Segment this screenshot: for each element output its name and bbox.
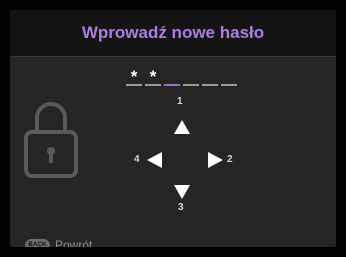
key-right-number: 2 xyxy=(227,154,233,165)
password-digit-underline xyxy=(164,84,180,86)
password-digit-3 xyxy=(164,68,180,88)
password-dialog: Wprowadź nowe hasło * * 1 4 2 3 BACK Pow… xyxy=(10,10,336,247)
password-digit-4 xyxy=(183,68,199,88)
title-divider xyxy=(10,56,336,57)
password-digit-underline xyxy=(183,84,199,86)
password-digit-underline xyxy=(145,84,161,86)
key-left-number: 4 xyxy=(134,154,140,165)
lock-icon xyxy=(24,102,78,178)
back-label[interactable]: Powrót xyxy=(55,238,92,247)
key-up-number: 1 xyxy=(177,96,183,107)
title-bar: Wprowadź nowe hasło xyxy=(10,10,336,56)
footer: BACK Powrót xyxy=(10,235,92,247)
password-digit-2: * xyxy=(145,68,161,88)
password-digit-underline xyxy=(202,84,218,86)
up-arrow-icon[interactable] xyxy=(174,120,190,134)
key-down-number: 3 xyxy=(178,202,184,213)
right-arrow-icon[interactable] xyxy=(208,152,223,168)
password-digit-6 xyxy=(221,68,237,88)
back-button-icon[interactable]: BACK xyxy=(25,238,50,247)
password-digit-5 xyxy=(202,68,218,88)
password-digit-1: * xyxy=(126,68,142,88)
dialog-title: Wprowadź nowe hasło xyxy=(81,23,265,42)
screen: Wprowadź nowe hasło * * 1 4 2 3 BACK Pow… xyxy=(0,0,346,257)
down-arrow-icon[interactable] xyxy=(174,185,190,199)
password-digit-underline xyxy=(126,84,142,86)
password-input[interactable]: * * xyxy=(126,68,240,88)
password-digit-underline xyxy=(221,84,237,86)
left-arrow-icon[interactable] xyxy=(147,152,162,168)
